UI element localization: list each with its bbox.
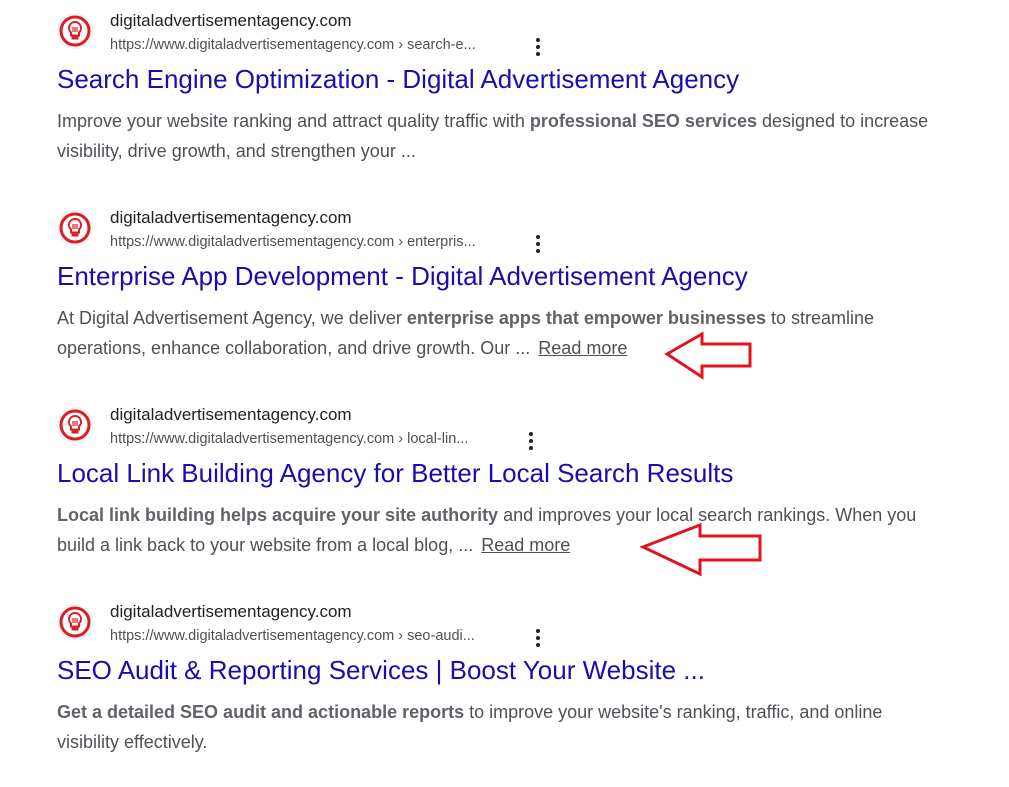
snippet-bold-text: professional SEO services <box>529 111 757 131</box>
more-options-icon[interactable] <box>530 627 546 649</box>
search-result: digitaladvertisementagency.com https://w… <box>0 0 1009 196</box>
result-title-link[interactable]: SEO Audit & Reporting Services | Boost Y… <box>57 655 705 686</box>
result-title-link[interactable]: Local Link Building Agency for Better Lo… <box>57 458 733 489</box>
search-result: digitaladvertisementagency.com https://w… <box>0 394 1009 590</box>
more-options-icon[interactable] <box>530 36 546 58</box>
site-favicon-icon[interactable] <box>57 13 93 49</box>
more-options-icon[interactable] <box>523 430 539 452</box>
snippet-bold-text: Local link building helps acquire your s… <box>57 505 499 525</box>
site-name[interactable]: digitaladvertisementagency.com <box>110 208 352 228</box>
site-url[interactable]: https://www.digitaladvertisementagency.c… <box>110 628 475 644</box>
read-more-link[interactable]: Read more <box>481 535 570 555</box>
red-arrow-icon <box>640 522 762 577</box>
result-snippet: At Digital Advertisement Agency, we deli… <box>57 303 937 363</box>
result-snippet: Improve your website ranking and attract… <box>57 106 937 166</box>
result-snippet: Local link building helps acquire your s… <box>57 500 937 560</box>
site-url[interactable]: https://www.digitaladvertisementagency.c… <box>110 234 476 250</box>
search-result: digitaladvertisementagency.com https://w… <box>0 591 1009 787</box>
result-snippet: Get a detailed SEO audit and actionable … <box>57 697 937 757</box>
site-url[interactable]: https://www.digitaladvertisementagency.c… <box>110 37 476 53</box>
site-name[interactable]: digitaladvertisementagency.com <box>110 602 352 622</box>
site-name[interactable]: digitaladvertisementagency.com <box>110 11 352 31</box>
site-name[interactable]: digitaladvertisementagency.com <box>110 405 352 425</box>
snippet-bold-text: Get a detailed SEO audit and actionable … <box>57 702 465 722</box>
snippet-text: Improve your website ranking and attract… <box>57 111 530 131</box>
more-options-icon[interactable] <box>530 233 546 255</box>
red-arrow-icon <box>664 332 752 380</box>
result-title-link[interactable]: Enterprise App Development - Digital Adv… <box>57 261 748 292</box>
search-result: digitaladvertisementagency.com https://w… <box>0 197 1009 393</box>
snippet-text: At Digital Advertisement Agency, we deli… <box>57 308 407 328</box>
snippet-bold-text: enterprise apps that empower businesses <box>406 308 766 328</box>
site-url[interactable]: https://www.digitaladvertisementagency.c… <box>110 431 468 447</box>
site-favicon-icon[interactable] <box>57 407 93 443</box>
result-title-link[interactable]: Search Engine Optimization - Digital Adv… <box>57 64 739 95</box>
read-more-link[interactable]: Read more <box>538 338 627 358</box>
site-favicon-icon[interactable] <box>57 604 93 640</box>
site-favicon-icon[interactable] <box>57 210 93 246</box>
